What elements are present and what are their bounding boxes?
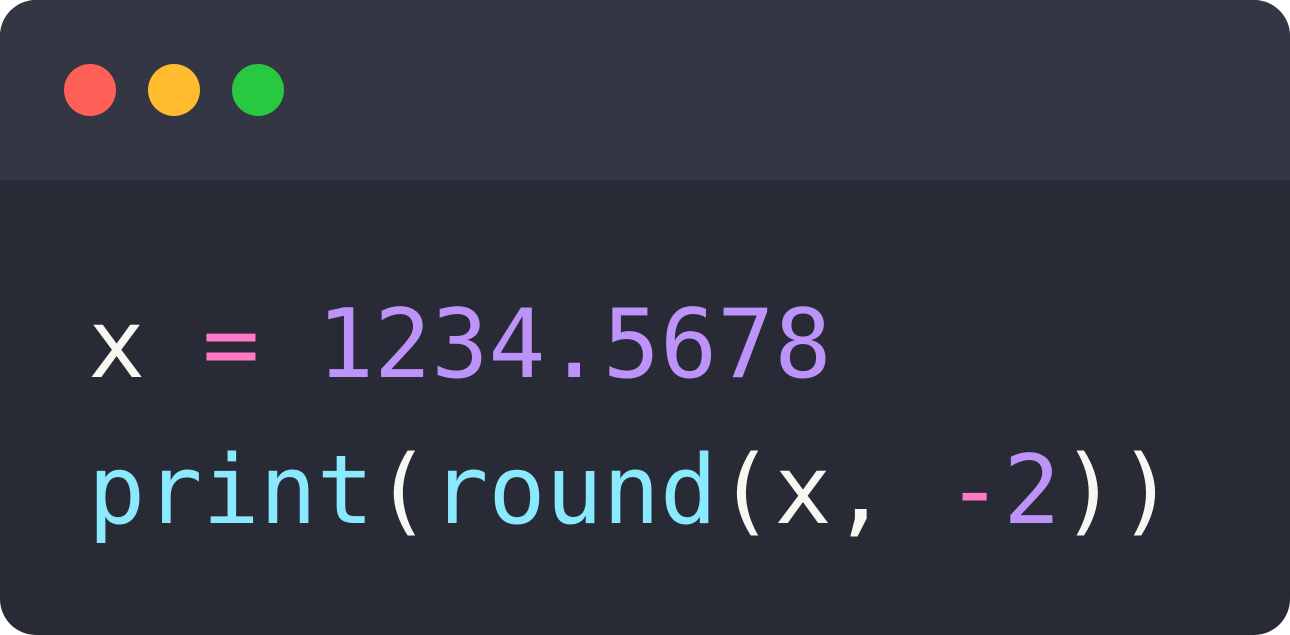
open-paren-token: ( bbox=[373, 436, 432, 546]
minus-operator: - bbox=[945, 436, 1004, 546]
zoom-window-button[interactable] bbox=[232, 64, 284, 116]
code-line-2: print(round(x, -2)) bbox=[88, 418, 1175, 564]
print-function-token: print bbox=[88, 436, 374, 546]
argument-number-literal: 2 bbox=[1003, 436, 1061, 546]
minimize-window-button[interactable] bbox=[148, 64, 200, 116]
variable-token: x bbox=[88, 290, 146, 400]
argument-variable-token: x bbox=[774, 436, 832, 546]
comma-token: , bbox=[831, 436, 889, 546]
window-titlebar bbox=[0, 0, 1290, 180]
code-block: x = 1234.5678 print(round(x, -2)) bbox=[88, 272, 1175, 564]
code-line-1: x = 1234.5678 bbox=[88, 272, 1175, 418]
open-paren-token: ( bbox=[717, 436, 775, 546]
close-window-button[interactable] bbox=[64, 64, 116, 116]
round-function-token: round bbox=[431, 436, 718, 546]
number-literal: 1234.5678 bbox=[316, 290, 832, 400]
close-parens-token: )) bbox=[1060, 436, 1175, 546]
code-window: x = 1234.5678 print(round(x, -2)) bbox=[0, 0, 1290, 635]
assignment-operator: = bbox=[202, 290, 260, 400]
